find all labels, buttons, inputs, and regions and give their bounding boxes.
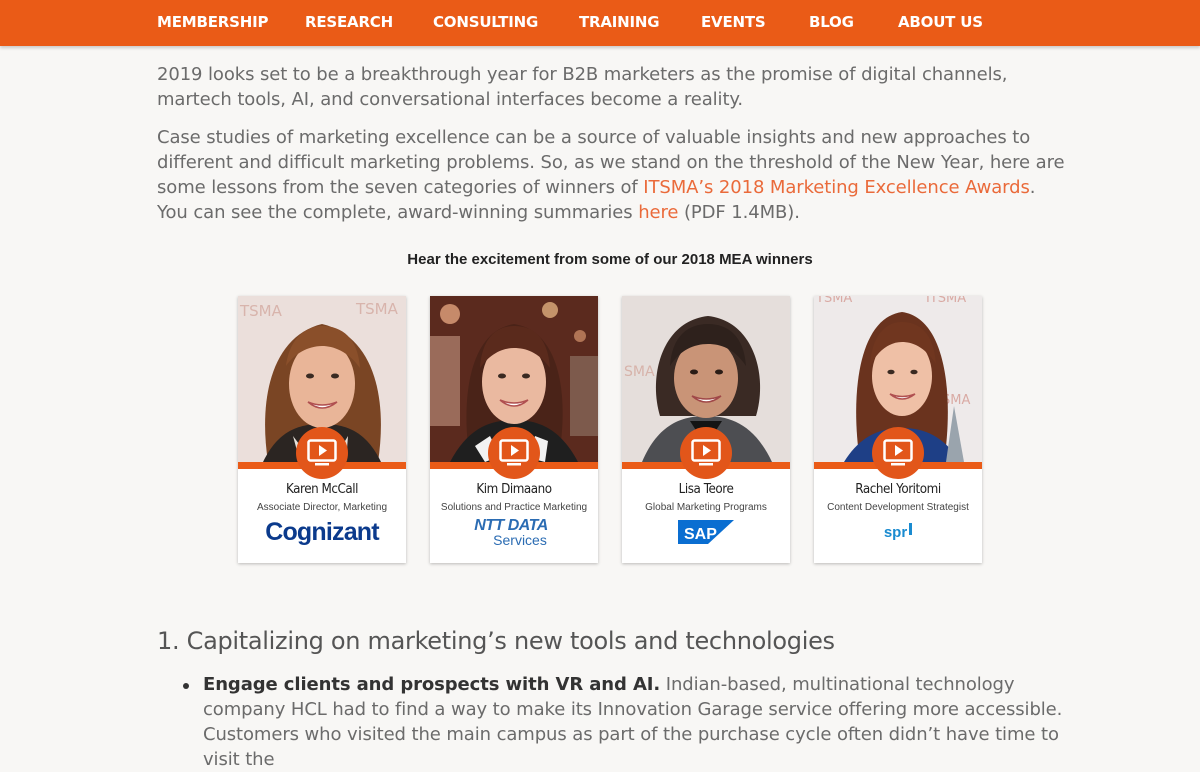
speaker-name: Rachel Yoritomi [855, 482, 941, 497]
company-name: Cognizant [265, 518, 379, 546]
company-logo-ntt-data: NTT DATA Services [430, 518, 598, 548]
list-item-text: Engage clients and prospects with VR and… [203, 672, 1073, 772]
intro-text: (PDF 1.4MB). [678, 202, 800, 223]
video-section-heading: Hear the excitement from some of our 201… [407, 251, 813, 268]
play-button[interactable] [488, 427, 540, 479]
spr-mark-icon [909, 523, 913, 535]
company-name: spr [883, 524, 908, 541]
top-navigation: MEMBERSHIP RESEARCH CONSULTING TRAINING … [0, 0, 1200, 46]
speaker-name: Kim Dimaano [476, 482, 552, 497]
nav-membership[interactable]: MEMBERSHIP [157, 13, 268, 31]
speaker-role: Solutions and Practice Marketing [440, 502, 588, 513]
svg-text:SMA: SMA [624, 364, 655, 380]
play-icon [883, 439, 913, 466]
company-logo-spr: spr [814, 518, 982, 541]
play-icon [691, 439, 721, 466]
company-logo-sap: SAP [622, 518, 790, 550]
video-card-karen-mccall[interactable]: TSMA TSMA Karen McCall Associate Directo… [238, 296, 406, 563]
nav-research[interactable]: RESEARCH [305, 13, 393, 31]
nav-blog[interactable]: BLOG [809, 13, 854, 31]
intro-paragraph-2: Case studies of marketing excellence can… [157, 125, 1067, 225]
play-button[interactable] [680, 427, 732, 479]
svg-text:TSMA: TSMA [355, 300, 399, 318]
section-heading-1: 1. Capitalizing on marketing’s new tools… [157, 627, 835, 655]
nav-about-us[interactable]: ABOUT US [898, 13, 983, 31]
company-logo-cognizant: Cognizant [238, 518, 406, 547]
list-item: Engage clients and prospects with VR and… [183, 672, 1073, 772]
video-card-kim-dimaano[interactable]: Kim Dimaano Solutions and Practice Marke… [430, 296, 598, 563]
nav-training[interactable]: TRAINING [579, 13, 660, 31]
speaker-name: Karen McCall [285, 482, 359, 497]
company-name-line-1: NTT DATA [474, 517, 548, 534]
company-name: SAP [684, 526, 717, 543]
summaries-pdf-link[interactable]: here [638, 202, 678, 223]
play-button[interactable] [296, 427, 348, 479]
play-icon [499, 439, 529, 466]
speaker-name: Lisa Teore [678, 482, 734, 497]
speaker-role: Associate Director, Marketing [256, 502, 388, 513]
article-intro: 2019 looks set to be a breakthrough year… [157, 62, 1067, 238]
play-icon [307, 439, 337, 466]
bullet-icon [183, 683, 189, 689]
video-card-rachel-yoritomi[interactable]: TSMA ITSMA SMA Rachel Yoritomi Content D… [814, 296, 982, 563]
company-name-line-2: Services [493, 532, 547, 548]
play-button[interactable] [872, 427, 924, 479]
svg-text:TSMA: TSMA [239, 302, 283, 320]
nav-consulting[interactable]: CONSULTING [433, 13, 538, 31]
list-item-lead: Engage clients and prospects with VR and… [203, 674, 661, 695]
speaker-role: Content Development Strategist [827, 502, 969, 513]
video-card-lisa-teore[interactable]: SMA Lisa Teore Global Marketing Programs… [622, 296, 790, 563]
mea-awards-link[interactable]: ITSMA’s 2018 Marketing Excellence Awards [643, 177, 1030, 198]
speaker-role: Global Marketing Programs [645, 502, 767, 513]
svg-text:TSMA: TSMA [815, 296, 852, 306]
intro-paragraph-1: 2019 looks set to be a breakthrough year… [157, 64, 1008, 110]
svg-text:ITSMA: ITSMA [926, 296, 966, 306]
nav-events[interactable]: EVENTS [701, 13, 766, 31]
